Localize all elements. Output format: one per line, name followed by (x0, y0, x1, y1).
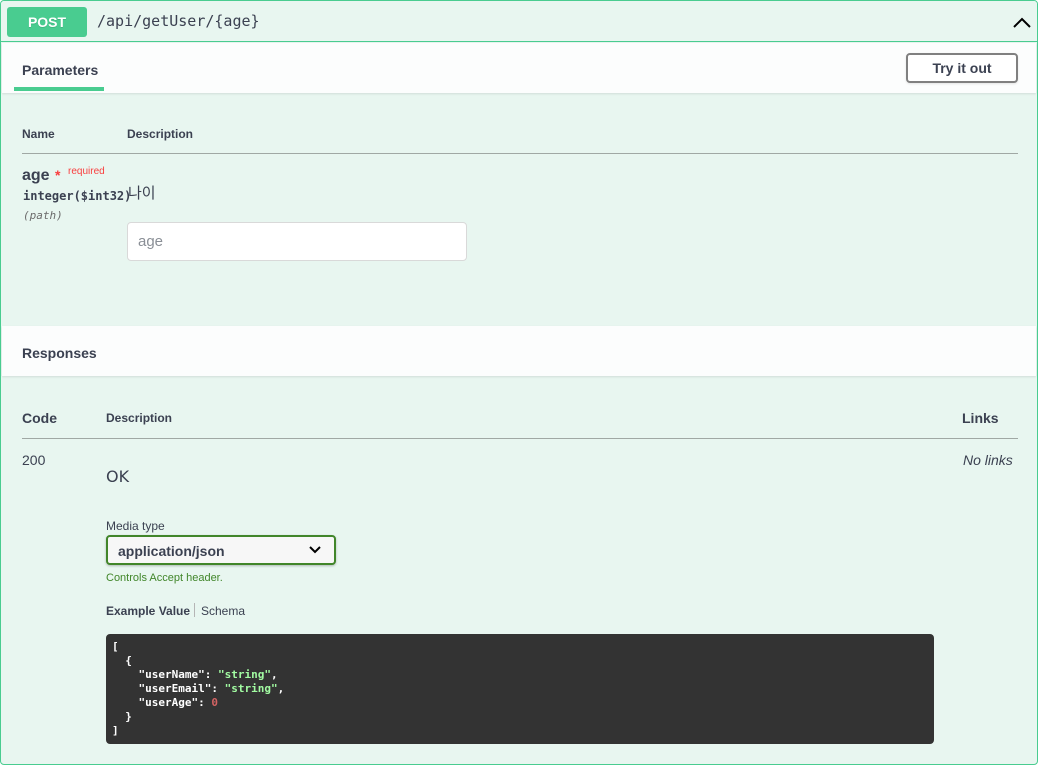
response-description: OK (106, 467, 130, 486)
required-star: * (55, 167, 61, 183)
controls-accept-note: Controls Accept header. (106, 572, 223, 584)
code-token: } (125, 710, 132, 723)
tab-active-indicator (14, 87, 104, 91)
media-type-value: application/json (118, 543, 225, 559)
column-header-code: Code (22, 410, 57, 426)
parameters-header: Parameters Try it out (2, 43, 1036, 93)
parameter-location: (path) (23, 209, 63, 222)
tab-parameters[interactable]: Parameters (22, 62, 98, 78)
column-header-description: Description (127, 127, 194, 141)
column-header-links: Links (962, 410, 999, 426)
parameter-description: 나이 (128, 184, 156, 202)
media-type-label: Media type (106, 519, 165, 533)
operation-block-post: POST /api/getUser/{age} Parameters Try i… (0, 0, 1038, 765)
json-value: "string" (224, 682, 278, 695)
media-type-select[interactable]: application/json (106, 535, 336, 565)
response-links: No links (963, 452, 1013, 468)
method-badge: POST (7, 7, 87, 37)
json-value: "string" (217, 668, 271, 681)
response-code: 200 (22, 452, 46, 468)
divider (22, 438, 1018, 439)
code-token: [ (112, 640, 119, 653)
tab-example-value[interactable]: Example Value (106, 604, 190, 618)
age-input[interactable] (127, 222, 467, 261)
code-token: { (125, 654, 132, 667)
json-key: "userAge" (138, 696, 199, 709)
column-header-response-description: Description (106, 411, 173, 425)
code-token: , (270, 668, 278, 681)
operation-path: /api/getUser/{age} (97, 12, 260, 30)
tab-schema[interactable]: Schema (201, 604, 245, 618)
operation-summary[interactable]: POST /api/getUser/{age} (1, 1, 1037, 42)
example-value-code: [ { "userName": "string", "userEmail": "… (106, 634, 934, 744)
divider (22, 153, 1018, 154)
code-token: , (277, 682, 285, 695)
chevron-up-icon[interactable] (1011, 13, 1033, 31)
chevron-down-icon (309, 546, 321, 554)
parameter-name: age (22, 167, 50, 184)
tab-separator (194, 603, 195, 617)
code-token: ] (112, 724, 119, 737)
required-label: required (68, 166, 105, 177)
json-key: "userEmail" (138, 682, 212, 695)
try-it-out-button[interactable]: Try it out (906, 53, 1018, 83)
parameter-type: integer($int32) (23, 189, 132, 203)
json-value: 0 (211, 696, 218, 709)
responses-header: Responses (2, 326, 1036, 376)
column-header-name: Name (22, 127, 55, 141)
responses-title: Responses (22, 345, 97, 361)
json-key: "userName" (138, 668, 205, 681)
